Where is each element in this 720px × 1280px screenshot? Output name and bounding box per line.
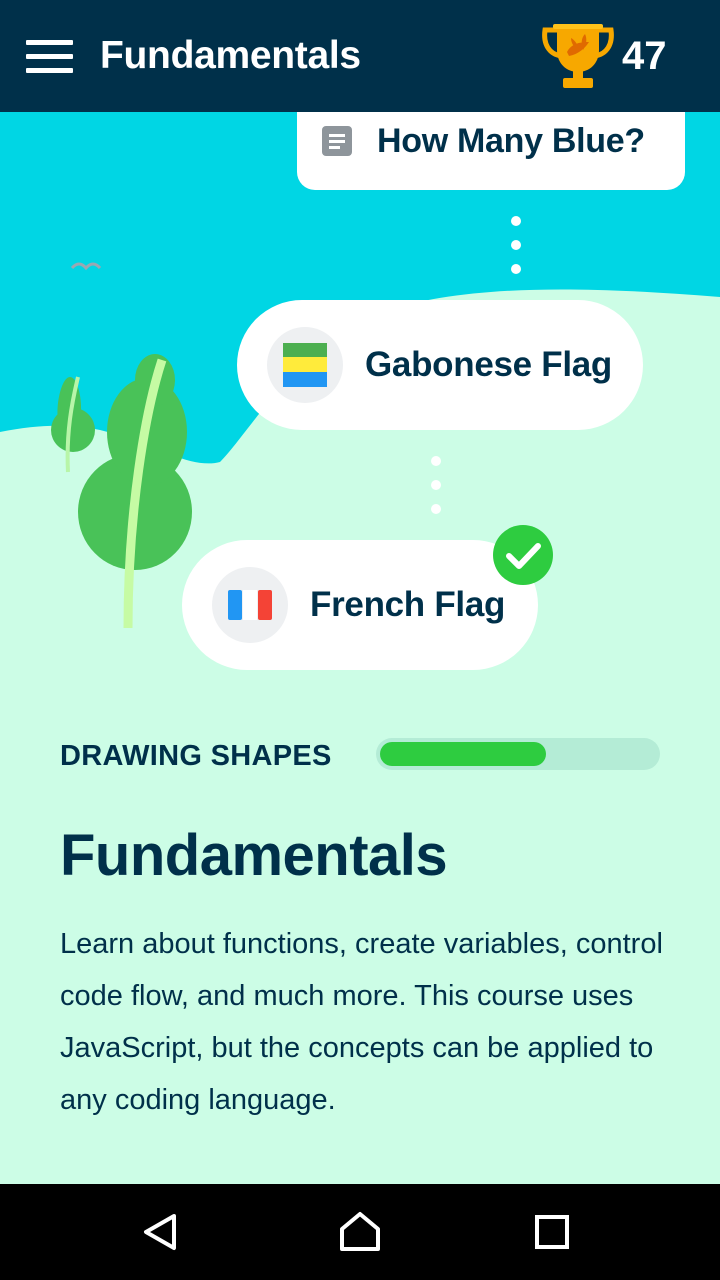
trophy-icon[interactable] <box>539 22 617 92</box>
lesson-card-how-many-blue[interactable]: How Many Blue? <box>297 112 685 190</box>
app-title: Fundamentals <box>100 34 361 77</box>
document-icon <box>322 126 352 156</box>
path-connector <box>431 456 441 528</box>
lesson-label: How Many Blue? <box>377 121 645 160</box>
path-connector <box>511 216 521 288</box>
home-icon <box>340 1212 380 1251</box>
section-label: DRAWING SHAPES <box>60 740 332 772</box>
progress-bar <box>376 738 660 770</box>
course-title: Fundamentals <box>60 823 448 888</box>
lesson-label: French Flag <box>310 585 506 624</box>
recents-button[interactable] <box>504 1184 600 1280</box>
back-button[interactable] <box>112 1184 208 1280</box>
progress-fill <box>380 742 546 766</box>
french-flag-icon <box>212 567 288 643</box>
lesson-card-french-flag[interactable]: French Flag <box>182 540 538 670</box>
system-navigation-bar <box>0 1184 720 1280</box>
recents-icon <box>535 1215 569 1249</box>
menu-icon[interactable] <box>26 40 74 74</box>
home-button[interactable] <box>312 1184 408 1280</box>
top-app-bar: Fundamentals 47 <box>0 0 720 112</box>
course-description: Learn about functions, create variables,… <box>60 928 663 1116</box>
completed-check-icon <box>493 525 553 585</box>
lesson-label: Gabonese Flag <box>365 345 612 384</box>
section-progress-row: DRAWING SHAPES <box>60 738 660 772</box>
gabon-flag-icon <box>267 327 343 403</box>
lesson-card-gabonese-flag[interactable]: Gabonese Flag <box>237 300 643 430</box>
back-icon <box>144 1214 176 1250</box>
score-count: 47 <box>622 34 667 78</box>
